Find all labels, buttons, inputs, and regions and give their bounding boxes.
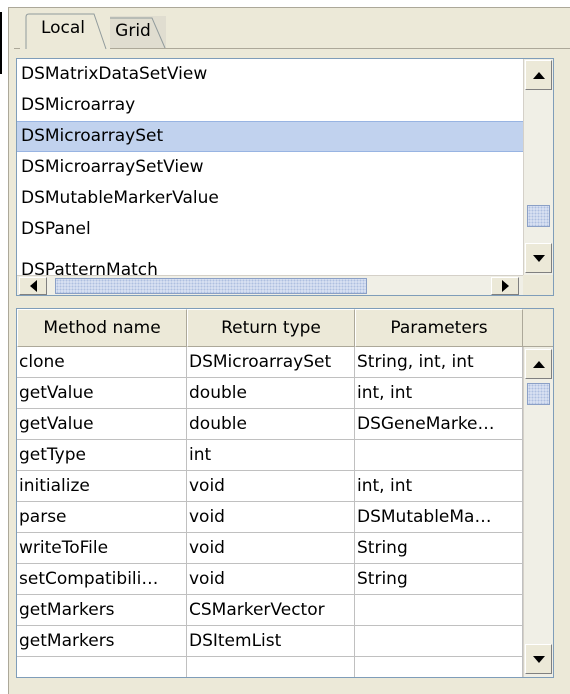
table-row[interactable]: getValue double int, int xyxy=(17,378,523,409)
column-header-method-name[interactable]: Method name xyxy=(17,309,187,347)
cell-method-name: getMarkers xyxy=(17,595,187,626)
table-vertical-scrollbar[interactable] xyxy=(523,347,553,677)
cell-parameters: String xyxy=(355,564,523,595)
list-item[interactable]: DSPatternMatch xyxy=(17,255,523,275)
cell-method-name: parse xyxy=(17,502,187,533)
cell-parameters xyxy=(355,626,523,657)
cell-return-type: DSMicroarraySet xyxy=(187,347,355,378)
table-scroll-thumb[interactable] xyxy=(527,383,550,405)
table-row[interactable]: getType int xyxy=(17,440,523,471)
arrow-up-icon xyxy=(532,71,545,79)
table-row[interactable]: getMarkers DSItemList xyxy=(17,626,523,657)
scrollbar-corner xyxy=(523,275,553,295)
list-item[interactable]: DSMutableMarkerValue xyxy=(17,183,523,214)
cell-return-type: CSMarkerVector xyxy=(187,595,355,626)
arrow-down-icon xyxy=(532,655,545,663)
cell-parameters xyxy=(355,657,523,677)
cell-parameters xyxy=(355,595,523,626)
cell-parameters: DSMutableMa… xyxy=(355,502,523,533)
arrow-left-icon xyxy=(29,280,37,292)
list-item[interactable]: DSMicroarray xyxy=(17,90,523,121)
column-header-parameters[interactable]: Parameters xyxy=(355,309,523,347)
cell-return-type: double xyxy=(187,378,355,409)
cell-parameters: int, int xyxy=(355,378,523,409)
table-row[interactable] xyxy=(17,657,523,677)
table-row[interactable]: clone DSMicroarraySet String, int, int xyxy=(17,347,523,378)
arrow-down-icon xyxy=(532,254,545,262)
cell-method-name: getMarkers xyxy=(17,626,187,657)
table-row[interactable]: parse void DSMutableMa… xyxy=(17,502,523,533)
table-row[interactable]: getMarkers CSMarkerVector xyxy=(17,595,523,626)
table-row[interactable]: setCompatibili… void String xyxy=(17,564,523,595)
cell-parameters: DSGeneMarke… xyxy=(355,409,523,440)
class-list-viewport: DSMatrixDataSetView DSMicroarray DSMicro… xyxy=(17,59,523,275)
cell-return-type: void xyxy=(187,502,355,533)
cell-method-name: writeToFile xyxy=(17,533,187,564)
cell-parameters: String, int, int xyxy=(355,347,523,378)
cell-return-type xyxy=(187,657,355,677)
list-item[interactable]: DSPanel xyxy=(17,214,523,245)
cell-method-name: setCompatibili… xyxy=(17,564,187,595)
tab-local-label: Local xyxy=(40,18,86,38)
scroll-left-button[interactable] xyxy=(19,277,47,295)
table-row[interactable]: initialize void int, int xyxy=(17,471,523,502)
cell-parameters: int, int xyxy=(355,471,523,502)
table-row[interactable]: writeToFile void String xyxy=(17,533,523,564)
cell-return-type: int xyxy=(187,440,355,471)
table-body: clone DSMicroarraySet String, int, int g… xyxy=(17,347,523,677)
scroll-right-button[interactable] xyxy=(491,277,519,295)
horizontal-scroll-thumb[interactable] xyxy=(55,278,367,294)
cell-method-name: getValue xyxy=(17,409,187,440)
class-list[interactable]: DSMatrixDataSetView DSMicroarray DSMicro… xyxy=(16,58,554,296)
cell-return-type: void xyxy=(187,471,355,502)
cell-method-name: getType xyxy=(17,440,187,471)
cell-return-type: void xyxy=(187,564,355,595)
column-header-return-type[interactable]: Return type xyxy=(187,309,355,347)
tab-local[interactable]: Local xyxy=(20,13,110,53)
scroll-down-button[interactable] xyxy=(525,243,552,273)
panel-left-border xyxy=(8,8,9,694)
table-scroll-up-button[interactable] xyxy=(525,349,552,379)
cell-method-name: clone xyxy=(17,347,187,378)
table-header-corner xyxy=(523,309,553,347)
class-list-vertical-scrollbar[interactable] xyxy=(523,59,553,275)
cell-return-type: DSItemList xyxy=(187,626,355,657)
cell-method-name: getValue xyxy=(17,378,187,409)
splitter-edge xyxy=(0,12,2,74)
cell-parameters: String xyxy=(355,533,523,564)
panel-top-border xyxy=(8,7,570,8)
table-row[interactable]: getValue double DSGeneMarke… xyxy=(17,409,523,440)
class-list-horizontal-scrollbar[interactable] xyxy=(17,275,523,295)
list-item-selected[interactable]: DSMicroarraySet xyxy=(17,121,523,152)
cell-return-type: double xyxy=(187,409,355,440)
methods-table[interactable]: Method name Return type Parameters clone… xyxy=(16,308,554,678)
arrow-up-icon xyxy=(532,360,545,368)
cell-parameters xyxy=(355,440,523,471)
scroll-thumb[interactable] xyxy=(527,205,550,227)
list-item[interactable]: DSMicroarraySetView xyxy=(17,152,523,183)
arrow-right-icon xyxy=(501,280,509,292)
cell-return-type: void xyxy=(187,533,355,564)
cell-method-name xyxy=(17,657,187,677)
cell-method-name: initialize xyxy=(17,471,187,502)
scroll-up-button[interactable] xyxy=(525,60,552,90)
list-item[interactable]: DSMatrixDataSetView xyxy=(17,59,523,90)
table-scroll-down-button[interactable] xyxy=(525,644,552,674)
table-header: Method name Return type Parameters xyxy=(17,309,553,347)
